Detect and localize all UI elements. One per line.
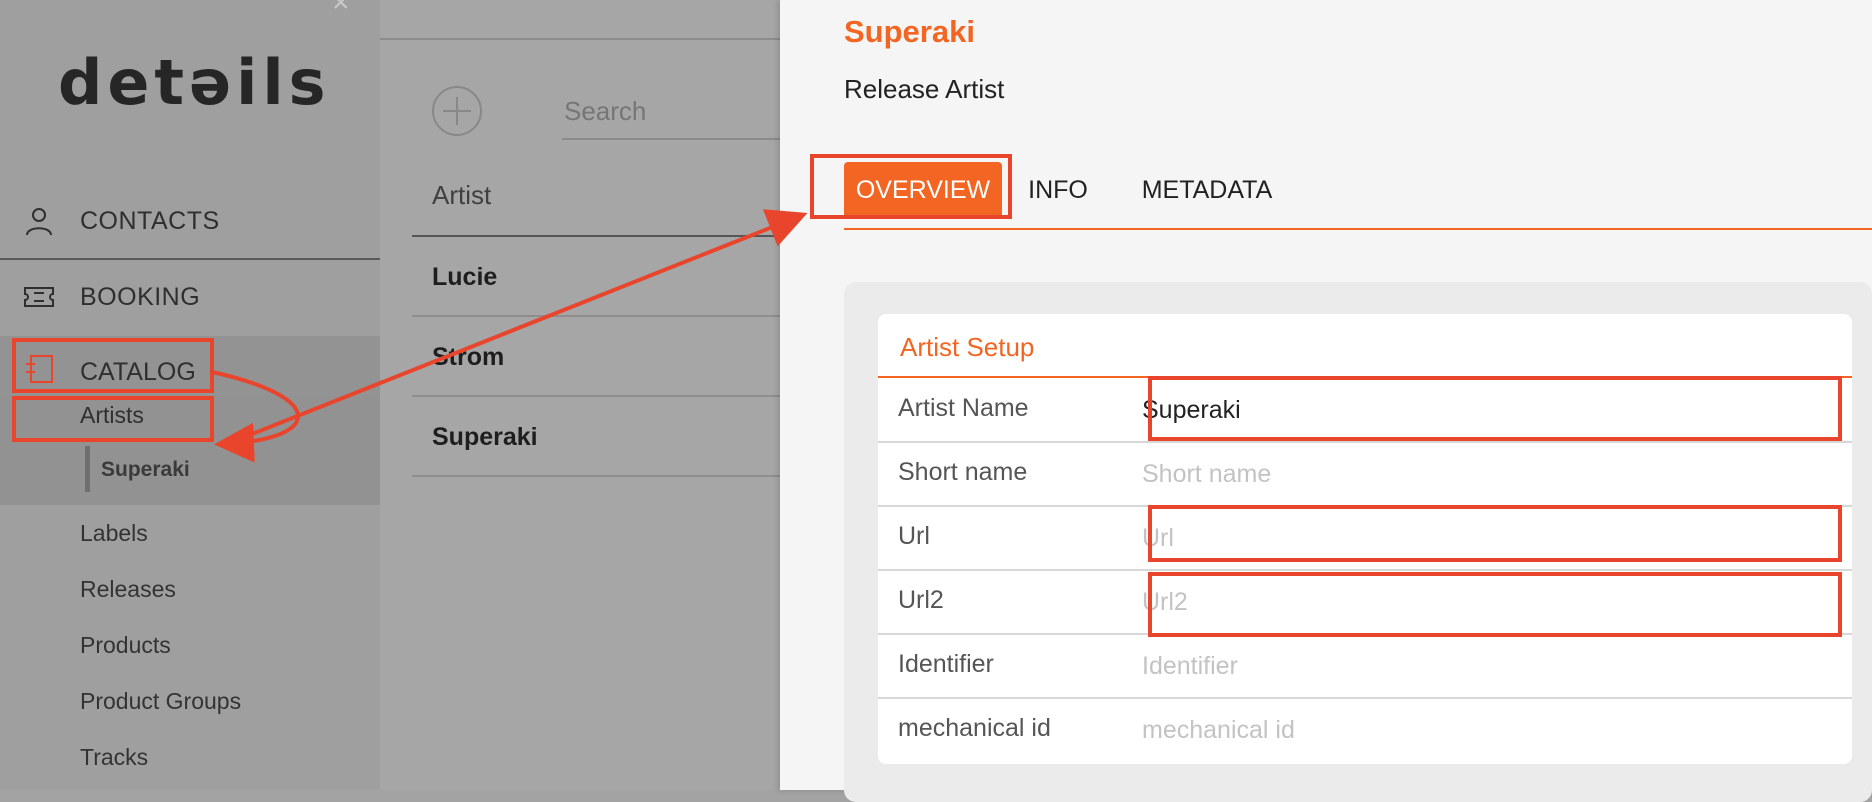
- field-label: Url2: [898, 586, 944, 614]
- short-name-field[interactable]: [1140, 450, 1804, 498]
- catalog-section: CATALOG Artists Superaki: [0, 336, 380, 505]
- field-row-identifier: Identifier: [878, 634, 1852, 699]
- section-title: Artist Setup: [900, 332, 1035, 362]
- field-row-url: Url: [878, 506, 1852, 571]
- sidebar: × detəils CONTACTS BOOKING CATALOG Artis…: [0, 0, 380, 790]
- column-header-artist[interactable]: Artist: [432, 180, 491, 211]
- tab-metadata[interactable]: METADATA: [1132, 162, 1282, 218]
- add-artist-button[interactable]: [432, 86, 482, 136]
- nav-booking-label: BOOKING: [80, 282, 201, 311]
- mechanical-id-field[interactable]: [1140, 706, 1804, 754]
- artist-list-pane: Artist Lucie Strom Superaki: [380, 0, 784, 790]
- tab-overview[interactable]: OVERVIEW: [844, 162, 1002, 218]
- field-row-artist-name: Artist Name: [878, 378, 1852, 443]
- close-icon[interactable]: ×: [332, 0, 350, 20]
- app-logo: detəils: [58, 46, 331, 119]
- page-title: Superaki: [844, 14, 975, 49]
- url2-field[interactable]: [1140, 578, 1804, 626]
- nav-booking[interactable]: BOOKING: [0, 260, 380, 334]
- ticket-icon: [24, 287, 54, 307]
- list-item[interactable]: Superaki: [412, 397, 780, 477]
- field-label: Artist Name: [898, 394, 1029, 422]
- sidebar-item-releases[interactable]: Releases: [80, 576, 176, 603]
- tab-info[interactable]: INFO: [1018, 162, 1098, 218]
- field-label: Url: [898, 522, 930, 550]
- field-row-url2: Url2: [878, 570, 1852, 635]
- list-item-label: Lucie: [432, 263, 498, 291]
- tab-underline: [844, 228, 1872, 230]
- sidebar-item-labels[interactable]: Labels: [80, 520, 148, 547]
- nav-catalog-label: CATALOG: [80, 358, 196, 386]
- list-item-label: Strom: [432, 343, 505, 371]
- page-subtitle: Release Artist: [844, 74, 1005, 104]
- search-input[interactable]: [562, 84, 784, 140]
- selected-indicator: [85, 446, 90, 492]
- list-item-label: Superaki: [432, 423, 538, 451]
- nav-contacts-label: CONTACTS: [80, 206, 220, 235]
- detail-panel: Superaki Release Artist OVERVIEW INFO ME…: [780, 0, 1872, 802]
- catalog-icon: [26, 355, 53, 383]
- field-label: Short name: [898, 458, 1028, 486]
- artist-setup-card: Artist Setup Artist Name Short name Url …: [878, 314, 1852, 764]
- divider: [380, 38, 780, 40]
- sidebar-item-artists[interactable]: Artists: [80, 402, 144, 429]
- sidebar-item-tracks[interactable]: Tracks: [80, 744, 148, 771]
- sidebar-item-selected-artist[interactable]: Superaki: [101, 458, 190, 482]
- field-row-short-name: Short name: [878, 442, 1852, 507]
- list-item[interactable]: Strom: [412, 317, 780, 397]
- nav-contacts[interactable]: CONTACTS: [0, 184, 380, 260]
- field-label: mechanical id: [898, 714, 1051, 742]
- url-field[interactable]: [1140, 514, 1804, 562]
- sidebar-item-product-groups[interactable]: Product Groups: [80, 688, 241, 715]
- field-row-mechanical-id: mechanical id: [878, 698, 1852, 761]
- identifier-field[interactable]: [1140, 642, 1804, 690]
- person-icon: [26, 208, 52, 236]
- sidebar-item-products[interactable]: Products: [80, 632, 171, 659]
- list-item[interactable]: Lucie: [412, 237, 780, 317]
- field-label: Identifier: [898, 650, 994, 678]
- nav-catalog[interactable]: CATALOG: [0, 336, 380, 396]
- artist-name-field[interactable]: [1140, 386, 1804, 434]
